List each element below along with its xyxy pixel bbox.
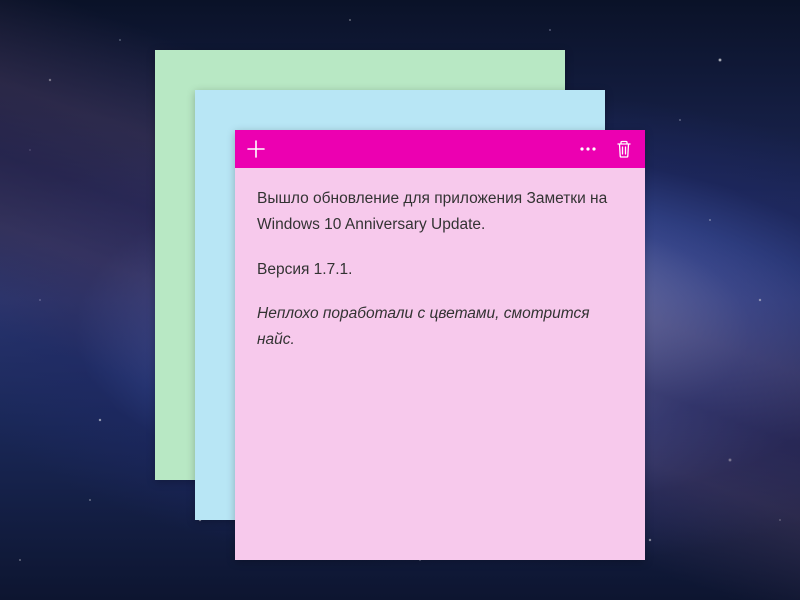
add-note-button[interactable] [245, 138, 267, 160]
note-content[interactable]: Вышло обновление для приложения Заметки … [235, 168, 645, 390]
note-text-line-1: Вышло обновление для приложения Заметки … [257, 186, 623, 239]
note-text-line-2: Версия 1.7.1. [257, 257, 623, 283]
more-options-button[interactable] [577, 138, 599, 160]
ellipsis-icon [579, 146, 597, 152]
plus-icon [247, 140, 265, 158]
sticky-note-pink[interactable]: Вышло обновление для приложения Заметки … [235, 130, 645, 560]
trash-icon [616, 140, 632, 158]
note-titlebar [235, 130, 645, 168]
delete-note-button[interactable] [613, 138, 635, 160]
note-text-line-3: Неплохо поработали с цветами, смотрится … [257, 301, 623, 354]
